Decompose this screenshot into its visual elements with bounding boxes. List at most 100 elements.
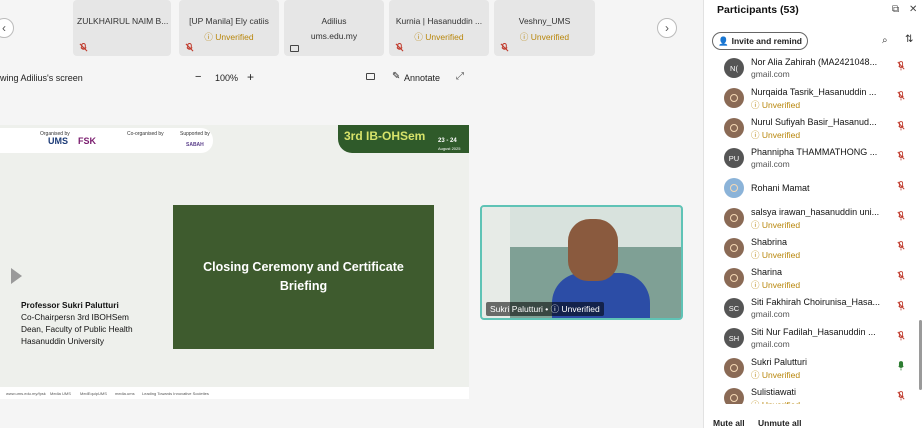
participant-row[interactable]: N(Nor Alia Zahirah (MA2421048... gmail.co…: [704, 54, 909, 84]
expand-icon[interactable]: ⤢: [456, 71, 464, 82]
unverified-status: ⓘ Unverified: [751, 250, 801, 260]
participant-name: Shabrina: [751, 237, 788, 247]
sort-icon[interactable]: ⇅: [905, 34, 913, 45]
mic-muted-icon: [395, 43, 404, 52]
add-person-icon: 👤: [718, 35, 729, 46]
unverified-status: ⓘ Unverified: [751, 130, 801, 140]
participant-tile[interactable]: Kurnia | Hasanuddin ... ⓘ Unverified: [389, 0, 489, 56]
participant-row[interactable]: PU Phannipha THAMMATHONG ... gmail.com: [704, 144, 909, 174]
meeting-stage: ‹ ZULKHAIRUL NAIM B... [UP Manila] Ely c…: [0, 0, 703, 428]
participant-tile[interactable]: Veshny_UMS ⓘ Unverified: [494, 0, 595, 56]
screen-share-icon: [290, 45, 299, 52]
unverified-status: ⓘ Unverified: [751, 100, 801, 110]
participant-name: Rohani Mamat: [751, 183, 810, 193]
mic-muted-icon[interactable]: [897, 301, 905, 311]
participant-domain: gmail.com: [751, 69, 790, 79]
mic-muted-icon[interactable]: [897, 331, 905, 341]
sponsor-logos: Organised by UMS FSK Co-organised by Sup…: [0, 128, 213, 153]
participant-row[interactable]: Rohani Mamat: [704, 174, 909, 204]
mute-all-button[interactable]: Mute all: [713, 418, 745, 428]
participant-name: Phannipha THAMMATHONG ...: [751, 147, 878, 157]
event-month: August 2025: [438, 146, 461, 151]
participant-row[interactable]: Nurul Sufiyah Basir_Hasanud... ⓘ Unverifi…: [704, 114, 909, 144]
mic-muted-icon[interactable]: [897, 271, 905, 281]
participant-tile[interactable]: Adilius ums.edu.my: [284, 0, 384, 56]
unverified-icon: ⓘ: [204, 32, 216, 42]
mic-muted-icon[interactable]: [897, 91, 905, 101]
unverified-icon: ⓘ: [414, 32, 426, 42]
search-icon[interactable]: ⌕: [882, 35, 888, 46]
avatar: N(: [724, 58, 744, 78]
participant-row[interactable]: SH Siti Nur Fadilah_Hasanuddin ... gmail.c…: [704, 324, 909, 354]
tile-name: [UP Manila] Ely catiis: [189, 16, 269, 26]
tile-status: ⓘ Unverified: [204, 32, 254, 42]
speaker-video[interactable]: Sukri Palutturi • ⓘ Unverified: [480, 205, 683, 320]
strip-prev-button[interactable]: ‹: [0, 18, 14, 38]
mic-muted-icon: [185, 43, 194, 52]
mic-muted-icon[interactable]: [897, 121, 905, 131]
participant-row[interactable]: SC Siti Fakhirah Choirunisa_Hasa... gmail.…: [704, 294, 909, 324]
mic-muted-icon[interactable]: [897, 61, 905, 71]
participant-row[interactable]: salsya irawan_hasanuddin uni... ⓘ Unverif…: [704, 204, 909, 234]
avatar: [724, 88, 744, 108]
mic-muted-icon[interactable]: [897, 211, 905, 221]
participants-panel: Participants (53) ⧉ ✕ 👤 Invite and remin…: [703, 0, 922, 428]
event-banner: 3rd IB-OHSem 23 - 24 August 2025: [338, 125, 469, 153]
participant-tile[interactable]: [UP Manila] Ely catiis ⓘ Unverified: [179, 0, 279, 56]
person-icon: [730, 394, 738, 402]
speaker-role: Co-Chairpersn 3rd IBOHSem: [21, 312, 129, 323]
person-icon: [730, 184, 738, 192]
unverified-icon: ⓘ: [519, 32, 531, 42]
participant-name: Sulistiawati: [751, 387, 797, 397]
participants-list[interactable]: N(Nor Alia Zahirah (MA2421048... gmail.co…: [704, 54, 922, 404]
annotate-icon[interactable]: ✎: [392, 71, 400, 82]
unverified-status: ⓘ Unverified: [751, 399, 800, 404]
zoom-out-button[interactable]: −: [195, 71, 201, 83]
zoom-in-button[interactable]: +: [247, 70, 254, 84]
mic-active-icon[interactable]: [897, 361, 905, 371]
participant-row[interactable]: Nurqaida Tasrik_Hasanuddin ... ⓘ Unverifi…: [704, 84, 909, 114]
avatar: [724, 388, 744, 404]
tile-name: Kurnia | Hasanuddin ...: [395, 16, 483, 26]
invite-and-remind-button[interactable]: 👤 Invite and remind: [712, 32, 808, 50]
unverified-status: ⓘ Unverified: [751, 370, 801, 380]
annotate-button[interactable]: Annotate: [404, 73, 440, 83]
participant-name: Sukri Palutturi: [751, 357, 808, 367]
participant-name: Nurqaida Tasrik_Hasanuddin ...: [751, 87, 877, 97]
speaker-info: Professor Sukri Palutturi Co-Chairpersn …: [21, 299, 133, 347]
participant-row[interactable]: Sharina ⓘ Unverified: [704, 264, 909, 294]
participant-row[interactable]: Shabrina ⓘ Unverified: [704, 234, 909, 264]
mic-muted-icon[interactable]: [897, 151, 905, 161]
avatar: [724, 208, 744, 228]
participant-row[interactable]: Sukri Palutturi ⓘ Unverified: [704, 354, 909, 384]
tile-name: Veshny_UMS: [518, 16, 571, 26]
participant-name: Siti Nur Fadilah_Hasanuddin ...: [751, 327, 876, 337]
unverified-status: ⓘ Unverified: [751, 220, 801, 230]
tile-status: ⓘ Unverified: [414, 32, 464, 42]
participant-tile[interactable]: ZULKHAIRUL NAIM B...: [73, 0, 171, 56]
slide-title: Closing Ceremony and Certificate Briefin…: [203, 259, 404, 293]
close-icon[interactable]: ✕: [909, 4, 917, 15]
avatar: [724, 118, 744, 138]
mic-muted-icon[interactable]: [897, 181, 905, 191]
popout-icon[interactable]: ⧉: [892, 4, 899, 15]
tile-domain: ums.edu.my: [310, 31, 358, 41]
avatar: PU: [724, 148, 744, 168]
mic-muted-icon: [79, 43, 88, 52]
tile-status: ⓘ Unverified: [519, 32, 570, 42]
video-name-label: Sukri Palutturi • ⓘ Unverified: [486, 302, 604, 316]
mic-muted-icon[interactable]: [897, 241, 905, 251]
screen-view-icon[interactable]: [366, 73, 375, 80]
slide-title-box: Closing Ceremony and Certificate Briefin…: [173, 205, 434, 349]
strip-next-button[interactable]: ›: [657, 18, 677, 38]
tile-name: ZULKHAIRUL NAIM B...: [77, 16, 169, 26]
avatar: [724, 238, 744, 258]
avatar: [724, 268, 744, 288]
unmute-all-button[interactable]: Unmute all: [758, 418, 801, 428]
participants-title: Participants (53): [717, 4, 799, 16]
speaker-position: Dean, Faculty of Public Health: [21, 324, 133, 335]
mic-muted-icon[interactable]: [897, 391, 905, 401]
participant-row[interactable]: Sulistiawati ⓘ Unverified: [704, 384, 909, 404]
person-icon: [730, 214, 738, 222]
speaker-name: Professor Sukri Palutturi: [21, 300, 119, 310]
